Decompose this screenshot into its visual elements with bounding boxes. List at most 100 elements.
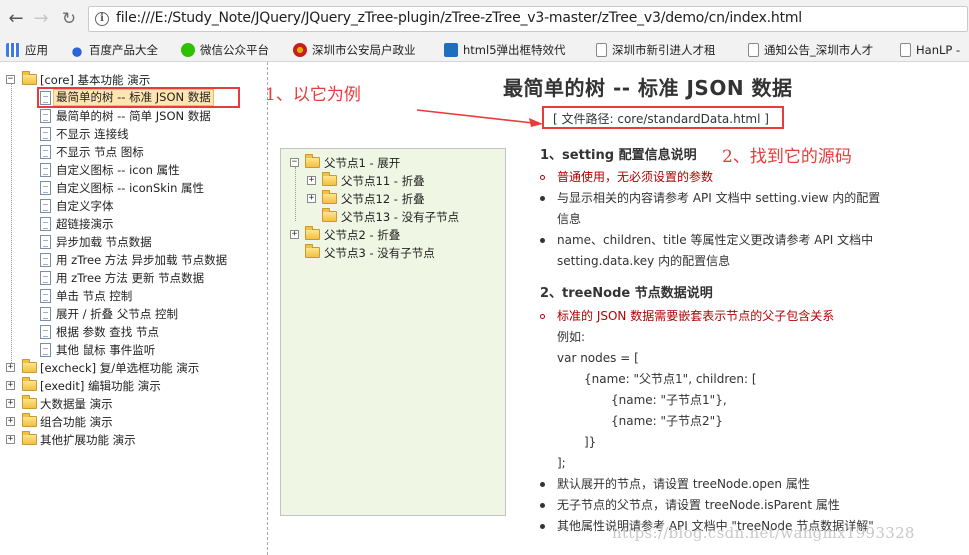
page-icon	[40, 127, 51, 141]
bullet-dot	[540, 238, 545, 243]
file-path-box: [ 文件路径: core/standardData.html ]	[542, 106, 784, 129]
annotation-note-1: 1、以它为例	[265, 85, 361, 105]
tree-node-label[interactable]: 自定义图标 -- icon 属性	[56, 161, 180, 179]
page-icon	[40, 109, 51, 123]
folder-icon	[22, 413, 37, 427]
page-icon	[40, 199, 51, 213]
section-treenode-title: 2、treeNode 节点数据说明	[540, 286, 713, 301]
tree-node-label[interactable]: 根据 参数 查找 节点	[56, 323, 159, 341]
url-text[interactable]: file:///E:/Study_Note/JQuery/JQuery_zTre…	[116, 10, 802, 26]
tree-node-label[interactable]: 不显示 连接线	[56, 125, 129, 143]
folder-icon	[305, 244, 320, 258]
tree-node-label[interactable]: 展开 / 折叠 父节点 控制	[56, 305, 178, 323]
page-icon	[40, 271, 51, 285]
tree-node-label[interactable]: 自定义字体	[56, 197, 114, 215]
page-icon	[40, 289, 51, 303]
police-badge-icon	[293, 43, 307, 57]
page-icon	[40, 343, 51, 357]
page-title: 最简单的树 -- 标准 JSON 数据	[503, 76, 793, 100]
bookmark-html5[interactable]: html5弹出框特效代	[444, 41, 566, 59]
code-line-5: ]}	[584, 435, 597, 449]
page-icon	[40, 145, 51, 159]
tree-node-label[interactable]: 其他扩展功能 演示	[40, 431, 136, 449]
page-icon	[40, 181, 51, 195]
info-icon[interactable]: i	[95, 12, 109, 26]
bullet-dot	[540, 196, 545, 201]
wechat-icon	[181, 43, 195, 57]
folder-open-icon	[305, 154, 320, 168]
bullet-dot	[540, 175, 545, 180]
file-path-text: [ 文件路径: core/standardData.html ]	[553, 112, 769, 126]
code-line-3: {name: "子节点1"},	[611, 393, 727, 407]
folder-icon	[322, 172, 337, 186]
tree-node-label[interactable]: [excheck] 复/单选框功能 演示	[40, 359, 199, 377]
demo-tree-panel: − 父节点1 - 展开 + 父节点11 - 折叠 + 父节点12 - 折叠 父节…	[280, 148, 506, 516]
example-label: 例如:	[557, 330, 586, 344]
code-line-6: ];	[557, 456, 566, 470]
expand-toggle-icon[interactable]: +	[307, 176, 316, 185]
folder-icon	[322, 190, 337, 204]
bookmark-police[interactable]: 深圳市公安局户政业	[293, 41, 416, 59]
expand-toggle-icon[interactable]: +	[307, 194, 316, 203]
bookmark-baidu[interactable]: 百度产品大全	[70, 41, 158, 59]
folder-icon	[22, 377, 37, 391]
expand-toggle-icon[interactable]: +	[6, 417, 15, 426]
document-icon	[748, 43, 759, 57]
tree-node-label[interactable]: 大数据量 演示	[40, 395, 113, 413]
tree-connector-line	[11, 84, 12, 363]
reload-icon[interactable]: ↻	[58, 8, 80, 30]
folder-icon	[22, 431, 37, 445]
tree-node-label[interactable]: 用 zTree 方法 更新 节点数据	[56, 269, 204, 287]
h5-icon	[444, 43, 458, 57]
folder-icon	[22, 395, 37, 409]
document-icon	[596, 43, 607, 57]
tree-connector-line	[295, 167, 296, 221]
section-setting-title: 1、setting 配置信息说明	[540, 148, 697, 163]
expand-toggle-icon[interactable]: +	[6, 435, 15, 444]
expand-toggle-icon[interactable]: +	[6, 399, 15, 408]
bookmark-hanlp[interactable]: HanLP -	[900, 41, 960, 59]
bookmark-apps[interactable]: 应用	[6, 41, 48, 59]
collapse-toggle-icon[interactable]: −	[290, 158, 299, 167]
bookmark-notice[interactable]: 通知公告_深圳市人才	[748, 41, 873, 59]
back-arrow-icon[interactable]: ←	[5, 8, 27, 30]
tree-node-label[interactable]: 不显示 节点 图标	[56, 143, 144, 161]
folder-icon	[322, 208, 337, 222]
highlight-box-selected-demo	[37, 87, 240, 108]
address-bar[interactable]: i file:///E:/Study_Note/JQuery/JQuery_zT…	[88, 6, 968, 32]
page-icon	[40, 235, 51, 249]
layout-divider	[267, 62, 268, 555]
page-icon	[40, 163, 51, 177]
watermark-text: https://blog.csdn.net/wangmx1993328	[612, 524, 915, 542]
expand-toggle-icon[interactable]: +	[6, 363, 15, 372]
forward-arrow-icon[interactable]: →	[30, 8, 52, 30]
expand-toggle-icon[interactable]: +	[6, 381, 15, 390]
page-content: − [core] 基本功能 演示 最简单的树 -- 标准 JSON 数据 最简单的…	[0, 62, 969, 555]
apps-grid-icon	[6, 43, 20, 57]
tree-node-label[interactable]: 其他 鼠标 事件监听	[56, 341, 155, 359]
tree-node-label[interactable]: 用 zTree 方法 异步加载 节点数据	[56, 251, 227, 269]
tree-node-label[interactable]: [exedit] 编辑功能 演示	[40, 377, 161, 395]
collapse-toggle-icon[interactable]: −	[6, 75, 15, 84]
tree-node-label[interactable]: 最简单的树 -- 简单 JSON 数据	[56, 107, 211, 125]
bullet-dot	[540, 314, 545, 319]
page-icon	[40, 325, 51, 339]
tree-node-label[interactable]: 超链接演示	[56, 215, 114, 233]
tree-node-label[interactable]: 组合功能 演示	[40, 413, 113, 431]
bullet-dot	[540, 524, 545, 529]
browser-chrome: ← → ↻ i file:///E:/Study_Note/JQuery/JQu…	[0, 0, 969, 62]
code-line-4: {name: "子节点2"}	[611, 414, 723, 428]
baidu-paw-icon	[70, 43, 84, 57]
expand-toggle-icon[interactable]: +	[290, 230, 299, 239]
setting-bullet-2-cont: 信息	[557, 212, 582, 226]
page-icon	[40, 307, 51, 321]
annotation-note-2: 2、找到它的源码	[722, 147, 852, 167]
tree-node-label[interactable]: 单击 节点 控制	[56, 287, 132, 305]
bookmark-talent[interactable]: 深圳市新引进人才租	[596, 41, 716, 59]
bookmarks-bar: 应用 百度产品大全 微信公众平台 深圳市公安局户政业 html5弹出框特效代 深…	[0, 38, 969, 62]
annotation-arrow-icon	[416, 109, 543, 127]
tree-node-label[interactable]: 自定义图标 -- iconSkin 属性	[56, 179, 204, 197]
bookmark-wechat[interactable]: 微信公众平台	[181, 41, 269, 59]
page-icon	[40, 253, 51, 267]
tree-node-label[interactable]: 异步加载 节点数据	[56, 233, 152, 251]
